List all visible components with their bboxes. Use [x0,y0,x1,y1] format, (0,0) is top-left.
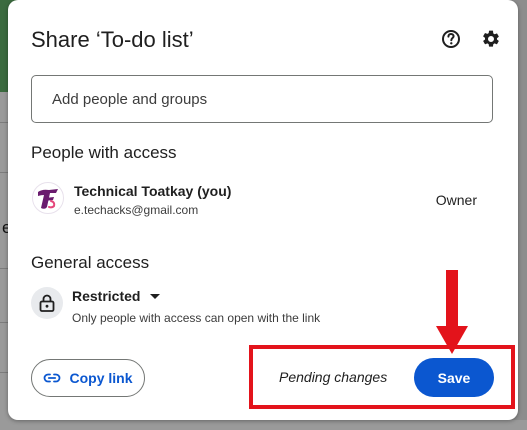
caret-down-icon [150,293,161,299]
annotation-arrow-icon [436,270,468,354]
person-role: Owner [435,192,477,208]
copy-link-button[interactable]: Copy link [31,359,145,397]
link-icon [44,373,61,383]
tt-logo-avatar [32,182,64,214]
access-icon-container [31,287,63,319]
access-level-label: Restricted [72,288,141,304]
annotation-highlight-box [249,345,515,409]
person-name: Technical Toatkay (you) [74,183,232,199]
access-description: Only people with access can open with th… [72,311,321,325]
person-email: e.techacks@gmail.com [74,203,199,217]
background-bottom-strip [0,420,527,430]
general-access-heading: General access [31,253,150,272]
people-with-access-heading: People with access [31,143,177,162]
help-button[interactable] [439,27,463,51]
person-row[interactable]: Technical Toatkay (you) e.techacks@gmail… [26,175,506,227]
dialog-title: Share ‘To-do list’ [31,27,194,52]
gear-icon [483,30,499,47]
settings-button[interactable] [479,27,503,51]
lock-icon [39,294,55,312]
help-circle-icon [442,30,460,48]
copy-link-label: Copy link [69,370,133,386]
general-access-dropdown[interactable]: Restricted [72,288,161,304]
add-people-input[interactable] [31,75,493,123]
